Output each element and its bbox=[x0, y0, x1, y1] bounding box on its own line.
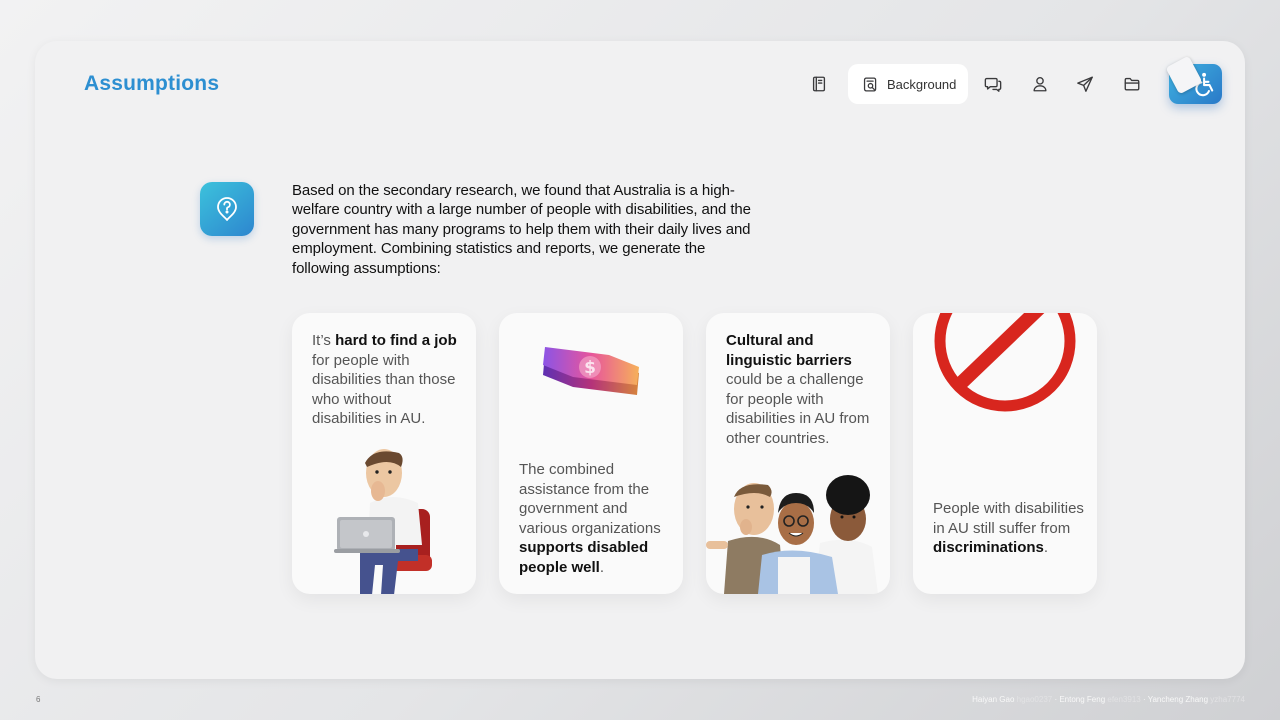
group-of-people-illustration bbox=[706, 475, 878, 594]
card-job-text: It’s hard to find a job for people with … bbox=[312, 331, 464, 429]
chat-nav-button[interactable] bbox=[974, 64, 1012, 104]
send-nav-button[interactable] bbox=[1066, 64, 1104, 104]
author-id: hgao0237 bbox=[1016, 695, 1053, 704]
background-tab-label: Background bbox=[887, 76, 957, 92]
author-credits: Haiyan Gao hgao0237 · Entong Feng efen39… bbox=[972, 695, 1245, 704]
author-id: efen3913 bbox=[1107, 695, 1141, 704]
card-cultural-text-post: could be a challenge for people with dis… bbox=[726, 371, 870, 447]
card-assistance-text-post: . bbox=[599, 558, 605, 576]
card-job-text-post: for people with disabilities than those … bbox=[312, 351, 456, 428]
assumption-card-job: It’s hard to find a job for people with … bbox=[292, 313, 476, 594]
page-number: 6 bbox=[36, 695, 41, 704]
user-icon bbox=[1033, 77, 1047, 92]
card-discrimination-text-post: . bbox=[1043, 539, 1049, 556]
folder-nav-button[interactable] bbox=[1113, 64, 1151, 104]
money-block-illustration: $ bbox=[543, 347, 639, 395]
card-discrimination-text: People with disabilities in AU still suf… bbox=[933, 499, 1085, 558]
card-cultural-text: Cultural and linguistic barriers could b… bbox=[726, 331, 878, 448]
app-logo bbox=[1165, 55, 1222, 104]
user-nav-button[interactable] bbox=[1021, 64, 1059, 104]
card-cultural-text-bold: Cultural and linguistic barriers bbox=[726, 332, 852, 369]
card-discrimination-text-bold: discriminations bbox=[933, 539, 1044, 556]
page-title: Assumptions bbox=[84, 72, 220, 95]
card-job-text-pre: It’s bbox=[312, 332, 336, 349]
notebook-nav-button[interactable] bbox=[800, 64, 838, 104]
card-discrimination-text-pre: People with disabilities in AU still suf… bbox=[933, 500, 1084, 537]
card-assistance-text: The combined assistance from the governm… bbox=[519, 460, 671, 577]
author-name: Yancheng Zhang bbox=[1147, 695, 1209, 704]
author-id: yzha7774 bbox=[1210, 695, 1245, 704]
author-name: Haiyan Gao bbox=[972, 695, 1015, 704]
send-icon bbox=[1077, 76, 1093, 92]
card-assistance-text-pre: The combined assistance from the governm… bbox=[519, 461, 661, 537]
dollar-sign: $ bbox=[584, 358, 596, 378]
notebook-icon bbox=[812, 76, 826, 92]
folder-icon bbox=[1124, 77, 1140, 91]
search-document-icon bbox=[863, 76, 877, 92]
credit-separator: · bbox=[1140, 695, 1148, 704]
author-name: Entong Feng bbox=[1059, 695, 1106, 704]
assumption-card-discrimination: People with disabilities in AU still suf… bbox=[913, 313, 1097, 594]
card-assistance-text-bold: supports disabled people well bbox=[519, 539, 649, 576]
card-job-text-bold: hard to find a job bbox=[335, 332, 457, 349]
person-with-laptop-illustration bbox=[334, 449, 432, 594]
question-icon bbox=[200, 182, 254, 236]
background-tab[interactable]: Background bbox=[848, 64, 968, 104]
prohibition-sign-icon bbox=[934, 313, 1076, 412]
intro-paragraph: Based on the secondary research, we foun… bbox=[292, 182, 751, 277]
chat-icon bbox=[984, 77, 1002, 92]
assumption-card-assistance: $ The combined assistance from the gover… bbox=[499, 313, 683, 594]
assumption-card-cultural: Cultural and linguistic barriers could b… bbox=[706, 313, 890, 594]
